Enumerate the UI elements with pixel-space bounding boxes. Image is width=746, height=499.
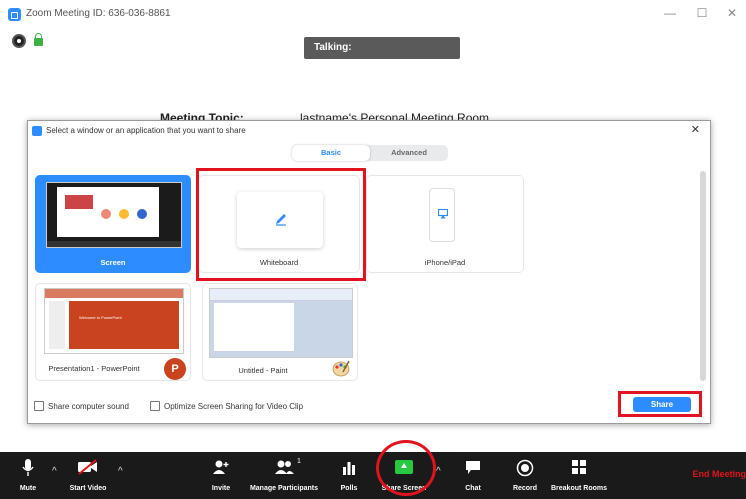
- maximize-button[interactable]: ☐: [692, 6, 712, 20]
- end-meeting-button[interactable]: End Meeting: [693, 469, 746, 479]
- share-dialog: Select a window or an application that y…: [27, 120, 711, 424]
- tab-basic[interactable]: Basic: [292, 145, 370, 161]
- chat-icon: [466, 461, 480, 474]
- participant-count-badge: 1: [297, 458, 301, 465]
- screen-thumbnail: [46, 182, 182, 248]
- start-video-button[interactable]: Start Video: [64, 452, 112, 499]
- share-source-label: Screen: [100, 258, 126, 267]
- mute-button[interactable]: Mute: [10, 452, 46, 499]
- polls-icon: [343, 462, 355, 475]
- window-title: Zoom Meeting ID: 636-036-8861: [26, 8, 171, 19]
- minimize-button[interactable]: —: [660, 6, 680, 20]
- record-button[interactable]: Record: [508, 452, 542, 499]
- meeting-info-icon[interactable]: [12, 34, 26, 48]
- share-screen-highlight-circle: [376, 440, 436, 496]
- breakout-rooms-button[interactable]: Breakout Rooms: [546, 452, 612, 499]
- start-video-label: Start Video: [69, 485, 107, 492]
- chat-label: Chat: [465, 485, 481, 492]
- whiteboard-highlight-box: [196, 168, 366, 281]
- share-source-iphone-ipad[interactable]: iPhone/iPad: [366, 175, 524, 273]
- record-label: Record: [512, 485, 538, 492]
- share-mode-tabs: Basic Advanced: [292, 145, 448, 161]
- tab-advanced[interactable]: Advanced: [370, 145, 448, 161]
- airplay-icon: [438, 209, 448, 219]
- close-dialog-button[interactable]: ✕: [691, 123, 700, 136]
- microphone-icon: [22, 459, 34, 476]
- window-title-bar: Zoom Meeting ID: 636-036-8861 — ☐ ✕: [0, 0, 746, 30]
- manage-participants-label: Manage Participants: [249, 485, 319, 492]
- polls-label: Polls: [340, 485, 358, 492]
- powerpoint-icon: P: [164, 358, 186, 380]
- powerpoint-thumbnail: Welcome to PowerPoint: [44, 288, 184, 354]
- invite-icon: [213, 460, 229, 474]
- polls-button[interactable]: Polls: [334, 452, 364, 499]
- share-button-highlight-box: [618, 391, 702, 417]
- share-dialog-title-bar: Select a window or an application that y…: [28, 121, 710, 141]
- share-source-label: Presentation1 - PowerPoint: [48, 364, 140, 373]
- ppt-slide-title: Welcome to PowerPoint: [79, 315, 122, 320]
- share-sound-label: Share computer sound: [48, 402, 129, 411]
- lock-icon[interactable]: [34, 33, 43, 46]
- invite-label: Invite: [211, 485, 231, 492]
- share-source-powerpoint[interactable]: Welcome to PowerPoint Presentation1 - Po…: [35, 283, 191, 381]
- manage-participants-button[interactable]: 1 Manage Participants: [244, 452, 324, 499]
- invite-button[interactable]: Invite: [204, 452, 238, 499]
- participants-icon: [275, 460, 294, 474]
- breakout-rooms-icon: [572, 460, 586, 474]
- record-icon: [516, 459, 534, 477]
- share-source-screen[interactable]: Screen: [35, 175, 191, 273]
- audio-options-caret-icon[interactable]: ^: [52, 466, 57, 477]
- paint-icon: [332, 360, 350, 377]
- share-source-label: Untitled - Paint: [238, 366, 288, 375]
- share-dialog-title: Select a window or an application that y…: [46, 126, 246, 135]
- optimize-video-checkbox[interactable]: [150, 401, 160, 411]
- share-options-caret-icon[interactable]: ^: [436, 466, 441, 477]
- share-source-label: iPhone/iPad: [424, 258, 466, 267]
- breakout-rooms-label: Breakout Rooms: [550, 485, 607, 492]
- video-options-caret-icon[interactable]: ^: [118, 466, 123, 477]
- device-illustration: [429, 188, 455, 242]
- talking-indicator: Talking:: [304, 37, 460, 59]
- close-window-button[interactable]: ✕: [722, 6, 742, 20]
- video-off-icon: [78, 459, 97, 475]
- zoom-logo-icon: [8, 8, 21, 21]
- mute-label: Mute: [19, 485, 37, 492]
- zoom-logo-icon: [32, 126, 42, 136]
- dialog-scrollbar[interactable]: [700, 171, 706, 381]
- share-sound-checkbox[interactable]: [34, 401, 44, 411]
- chat-button[interactable]: Chat: [458, 452, 488, 499]
- paint-thumbnail: [209, 288, 353, 358]
- optimize-video-label: Optimize Screen Sharing for Video Clip: [164, 402, 304, 411]
- share-source-paint[interactable]: Untitled - Paint: [202, 283, 358, 381]
- meeting-toolbar: Mute ^ Start Video ^ Invite 1 Manage Par…: [0, 452, 746, 499]
